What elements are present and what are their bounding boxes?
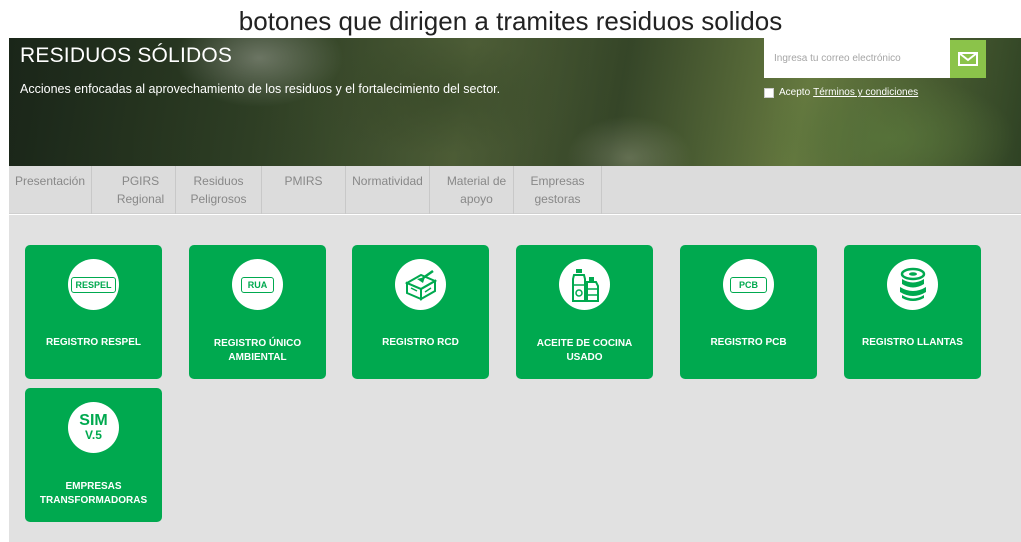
procedures-panel: RESPEL REGISTRO RESPEL RUA REGISTRO ÚNIC… [9,215,1021,542]
tab-pgirs-regional[interactable]: PGIRS Regional [92,166,176,214]
pcb-badge-text: PCB [729,276,767,293]
subscribe-box [764,38,950,78]
card-registro-llantas[interactable]: REGISTRO LLANTAS [844,245,981,379]
oil-bottles-icon [559,259,610,310]
respel-badge-text: RESPEL [71,276,116,293]
card-registro-pcb[interactable]: PCB REGISTRO PCB [680,245,817,379]
card-aceite-de-cocina-usado[interactable]: ACEITE DE COCINA USADO [516,245,653,379]
section-tabs: Presentación PGIRS Regional Residuos Pel… [9,166,1021,214]
tab-presentacion[interactable]: Presentación [9,166,92,214]
respel-badge-icon: RESPEL [68,259,119,310]
sim-version-text: V.5 [85,427,102,442]
email-input[interactable] [764,38,950,78]
tab-residuos-peligrosos[interactable]: Residuos Peligrosos [176,166,262,214]
terms-checkbox[interactable] [764,87,774,98]
rua-badge-icon: RUA [232,259,283,310]
terms-row: Acepto Términos y condiciones [764,87,918,98]
tab-pmirs[interactable]: PMIRS [262,166,346,214]
construction-debris-icon [395,259,446,310]
pcb-badge-icon: PCB [723,259,774,310]
tires-stack-icon [887,259,938,310]
page-title: RESIDUOS SÓLIDOS [20,44,233,67]
card-label: REGISTRO RESPEL [45,337,141,348]
rua-badge-text: RUA [240,276,275,293]
tab-material-de-apoyo[interactable]: Material de apoyo [430,166,514,214]
card-registro-rcd[interactable]: REGISTRO RCD [352,245,489,379]
page-description: Acciones enfocadas al aprovechamiento de… [20,82,501,96]
tab-normatividad[interactable]: Normatividad [346,166,430,214]
subscribe-button[interactable] [950,40,986,78]
card-registro-respel[interactable]: RESPEL REGISTRO RESPEL [25,245,162,379]
card-label: EMPRESAS TRANSFORMADORAS [39,481,148,506]
card-label: REGISTRO RCD [382,337,459,348]
card-label: REGISTRO ÚNICO AMBIENTAL [213,338,302,363]
sim-text: SIM [79,411,108,429]
hero-banner: RESIDUOS SÓLIDOS Acciones enfocadas al a… [9,38,1021,166]
terms-link[interactable]: Términos y condiciones [813,87,918,98]
card-label: REGISTRO LLANTAS [862,337,963,348]
card-registro-unico-ambiental[interactable]: RUA REGISTRO ÚNICO AMBIENTAL [189,245,326,379]
card-label: ACEITE DE COCINA USADO [536,338,633,363]
envelope-icon [958,52,978,66]
sim-icon: SIM V.5 [68,402,119,453]
tab-empresas-gestoras[interactable]: Empresas gestoras [514,166,602,214]
page-caption: botones que dirigen a tramites residuos … [238,6,783,36]
terms-prefix: Acepto [779,87,811,98]
card-empresas-transformadoras[interactable]: SIM V.5 EMPRESAS TRANSFORMADORAS [25,388,162,522]
card-label: REGISTRO PCB [710,337,787,348]
